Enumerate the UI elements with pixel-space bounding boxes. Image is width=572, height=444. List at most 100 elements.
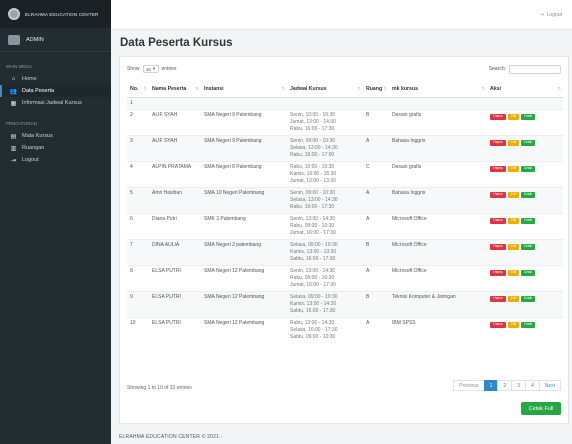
print-button[interactable]: Cetak: [521, 139, 535, 146]
delete-button[interactable]: Hapus: [490, 269, 506, 276]
cell-nama: ALPIN PRATAMA: [149, 160, 201, 187]
cell-instansi: SMA Negeri 12 Palembang: [201, 316, 287, 343]
sidebar-item-logout[interactable]: ⇥ Logout: [0, 154, 111, 166]
cell-instansi: SMA 10 Negeri Palembang: [201, 186, 287, 213]
edit-button[interactable]: Edit: [508, 191, 519, 198]
entries-label: entries: [161, 66, 177, 72]
edit-button[interactable]: Edit: [508, 217, 519, 224]
users-icon: 👥: [9, 88, 18, 95]
edit-button[interactable]: Edit: [508, 113, 519, 120]
page-title: Data Peserta Kursus: [120, 37, 233, 49]
cell-jadwal: Senin, 09:00 - 10:30 Selasa, 13:00 - 14:…: [287, 186, 363, 213]
column-header-jadwal[interactable]: Jadwal Kursus ⇅: [287, 81, 363, 98]
sidebar-item-data-peserta[interactable]: 👥 Data Peserta: [0, 85, 111, 97]
delete-button[interactable]: Hapus: [490, 295, 506, 302]
delete-button[interactable]: Hapus: [490, 217, 506, 224]
edit-button[interactable]: Edit: [508, 295, 519, 302]
cell-ruang: B: [363, 108, 389, 135]
delete-button[interactable]: Hapus: [490, 165, 506, 172]
cell-no: 6: [127, 212, 149, 239]
logout-link[interactable]: ⇥ Logout: [540, 12, 563, 18]
cell-no: 4: [127, 160, 149, 187]
delete-button[interactable]: Hapus: [490, 113, 506, 120]
brand[interactable]: ELRAHMA EDUCATION CENTER: [0, 0, 111, 28]
column-header-no[interactable]: No. ⇅: [127, 81, 149, 98]
print-button[interactable]: Cetak: [521, 321, 535, 328]
pagination-page-3[interactable]: 3: [511, 380, 526, 391]
print-button[interactable]: Cetak: [521, 269, 535, 276]
section-main-menu: MAIN MENU: [6, 64, 32, 69]
edit-button[interactable]: Edit: [508, 321, 519, 328]
pagination-page-1[interactable]: 1: [483, 380, 499, 391]
edit-button[interactable]: Edit: [508, 165, 519, 172]
column-header-mk[interactable]: mk kursus ⇅: [389, 81, 487, 98]
column-header-nama[interactable]: Nama Peserta ⇅: [149, 81, 201, 98]
cell-aksi: Hapus Edit Cetak: [487, 316, 563, 343]
cell-no: 8: [127, 264, 149, 291]
pagination-previous[interactable]: Previous: [453, 380, 485, 391]
column-header-ruang[interactable]: Ruang ⇅: [363, 81, 389, 98]
cell-mk: Microsoft Office: [389, 212, 487, 239]
pagination-page-4[interactable]: 4: [524, 380, 540, 391]
brand-logo-icon: [8, 8, 20, 20]
cell-ruang: C: [363, 160, 389, 187]
section-pengaturan: PENGATURAN: [6, 121, 37, 126]
cell-instansi: SMK 3 Palembang: [201, 212, 287, 239]
cell-ruang: A: [363, 134, 389, 161]
page-footer: ELRAHMA EDUCATION CENTER © 2021 -: [119, 434, 223, 440]
cell-jadwal: Rabu, 10:00 - 10:30 Kamis, 16:00 - 16:30…: [287, 160, 363, 187]
delete-button[interactable]: Hapus: [490, 243, 506, 250]
sidebar-item-home[interactable]: ⌂ Home: [0, 73, 111, 85]
cell-instansi: SMA Negeri 2 palembang: [201, 238, 287, 265]
table-controls: Show 10 ▾ entries Search:: [127, 63, 561, 75]
calendar-icon: ▦: [10, 100, 17, 107]
column-header-instansi[interactable]: Instansi ⇅: [201, 81, 287, 98]
cell-no: 1: [127, 96, 149, 109]
print-button[interactable]: Cetak: [521, 243, 535, 250]
table-row: 2 ALIF SYAH SMA Negeri 9 Palembang Senin, 1…: [127, 108, 563, 135]
cell-ruang: A: [363, 264, 389, 291]
pagination-next[interactable]: Next: [538, 380, 561, 391]
table-row: 4 ALPIN PRATAMA SMA Negeri 8 Palembang Rabu…: [127, 160, 563, 187]
cell-mk: Bahasa Inggris: [389, 186, 487, 213]
sidebar-item-jadwal[interactable]: ▦ Informasi Jadwal Kursus: [0, 97, 111, 109]
cell-ruang: B: [363, 238, 389, 265]
data-table-card: Show 10 ▾ entries Search: No. ⇅ Nama Pese…: [119, 56, 569, 424]
print-button[interactable]: Cetak: [521, 295, 535, 302]
sidebar-item-ruangan[interactable]: ▥ Ruangan: [0, 142, 111, 154]
cell-aksi: Hapus Edit Cetak: [487, 238, 563, 265]
print-button[interactable]: Cetak: [521, 165, 535, 172]
entries-select[interactable]: 10 ▾: [142, 65, 159, 73]
search-input[interactable]: [509, 64, 561, 74]
print-button[interactable]: Cetak: [521, 113, 535, 120]
show-label: Show: [127, 66, 140, 72]
cell-nama: Diana Putri: [149, 212, 201, 239]
print-button[interactable]: Cetak: [521, 191, 535, 198]
column-header-aksi[interactable]: Aksi ⇅: [487, 81, 563, 98]
delete-button[interactable]: Hapus: [490, 191, 506, 198]
cell-no: 7: [127, 238, 149, 265]
table-row: 1: [127, 96, 563, 109]
cell-mk: Teknisi Komputer & Jaringan: [389, 290, 487, 317]
logout-icon: ⇥: [10, 157, 17, 164]
print-button[interactable]: Cetak: [521, 217, 535, 224]
cetak-full-button[interactable]: Cetak Full: [521, 402, 561, 415]
cell-aksi: Hapus Edit Cetak: [487, 264, 563, 291]
sidebar-item-mata-kursus[interactable]: ▤ Mata Kursus: [0, 130, 111, 142]
cell-nama: ALIF SYAH: [149, 134, 201, 161]
brand-name: ELRAHMA EDUCATION CENTER: [25, 11, 99, 17]
delete-button[interactable]: Hapus: [490, 139, 506, 146]
pagination-page-2[interactable]: 2: [497, 380, 513, 391]
pagination: Previous 1 2 3 4 Next: [453, 380, 561, 391]
edit-button[interactable]: Edit: [508, 139, 519, 146]
cell-no: 2: [127, 108, 149, 135]
sidebar-item-label: Data Peserta: [22, 88, 55, 94]
table-row: 3 ALIF SYAH SMA Negeri 9 Palembang Senin, 0…: [127, 134, 563, 161]
delete-button[interactable]: Hapus: [490, 321, 506, 328]
edit-button[interactable]: Edit: [508, 243, 519, 250]
home-icon: ⌂: [11, 76, 16, 82]
search-label: Search:: [488, 66, 506, 72]
cell-jadwal: Senin, 13:00 - 14:30 Rabu, 09:00 - 10:30…: [287, 212, 363, 239]
cell-jadwal: Senin, 13:00 - 14:30 Rabu, 09:00 - 10:30…: [287, 264, 363, 291]
edit-button[interactable]: Edit: [508, 269, 519, 276]
